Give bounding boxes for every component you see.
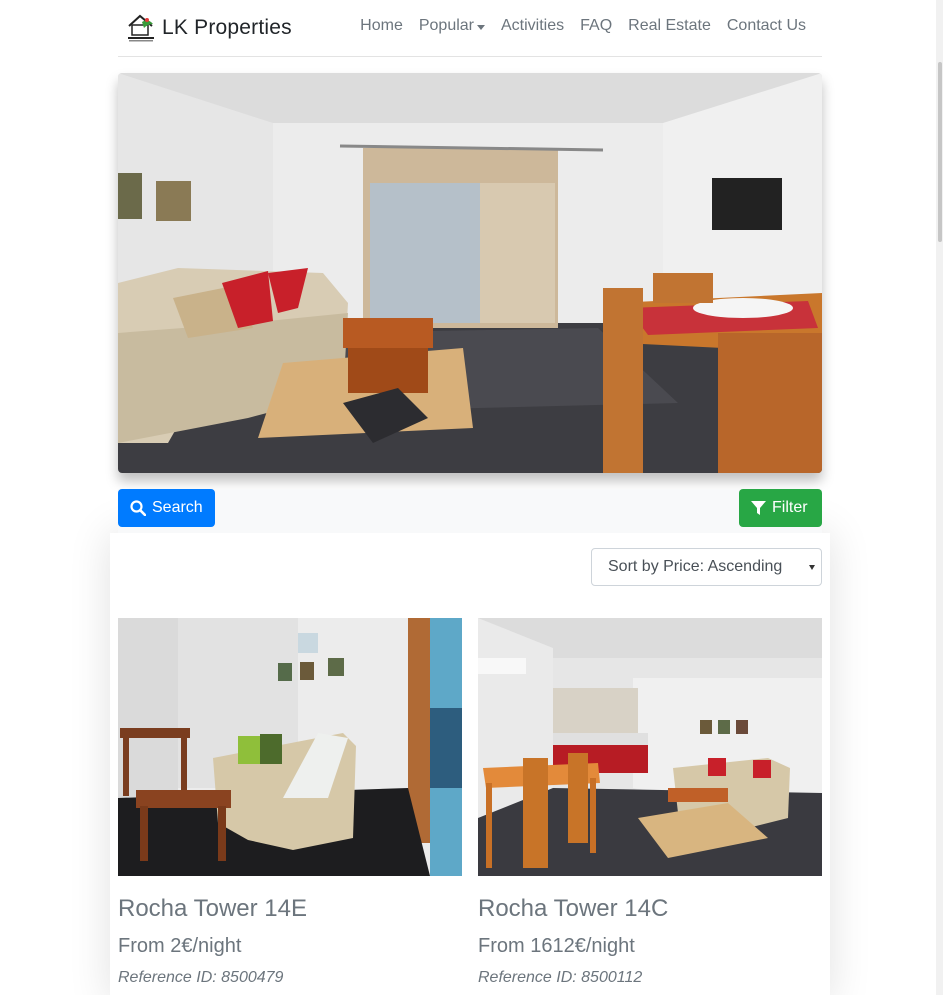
- search-button-label: Search: [152, 499, 203, 516]
- listing-image[interactable]: [118, 618, 462, 876]
- nav-real-estate[interactable]: Real Estate: [628, 17, 711, 35]
- nav-home-label: Home: [360, 17, 403, 34]
- navbar: LK Properties Home Popular Activities FA…: [118, 0, 822, 57]
- caret-down-icon: [477, 24, 485, 30]
- filter-icon: [751, 500, 766, 515]
- scrollbar-thumb[interactable]: [938, 62, 942, 242]
- search-toolbar: Search Filter: [118, 489, 822, 533]
- listing-card[interactable]: Rocha Tower 14E From 2€/night Reference …: [118, 618, 462, 986]
- nav-faq[interactable]: FAQ: [580, 17, 612, 35]
- house-logo-icon: [126, 12, 156, 44]
- nav-popular[interactable]: Popular: [419, 17, 485, 35]
- listing-card[interactable]: Rocha Tower 14C From 1612€/night Referen…: [478, 618, 822, 986]
- nav-popular-label: Popular: [418, 17, 474, 34]
- nav-real-estate-label: Real Estate: [628, 17, 711, 34]
- listing-price: From 2€/night: [118, 935, 242, 957]
- nav-home[interactable]: Home: [360, 17, 403, 35]
- main-nav: Home Popular Activities FAQ Real Estate …: [360, 17, 806, 35]
- sort-select[interactable]: Sort by Price: Ascending: [591, 548, 822, 586]
- hero-image: [118, 73, 822, 473]
- chevron-down-icon: [809, 565, 815, 570]
- listing-reference: Reference ID: 8500112: [478, 969, 643, 986]
- brand[interactable]: LK Properties: [126, 12, 292, 44]
- nav-activities[interactable]: Activities: [501, 17, 564, 35]
- listing-title[interactable]: Rocha Tower 14C: [478, 897, 822, 921]
- listing-title[interactable]: Rocha Tower 14E: [118, 897, 462, 921]
- listing-reference: Reference ID: 8500479: [118, 969, 284, 986]
- nav-faq-label: FAQ: [580, 17, 613, 34]
- nav-contact-us-label: Contact Us: [726, 17, 806, 34]
- filter-button[interactable]: Filter: [739, 489, 822, 527]
- nav-contact-us[interactable]: Contact Us: [727, 17, 806, 35]
- nav-activities-label: Activities: [501, 17, 565, 34]
- listing-price: From 1612€/night: [478, 935, 635, 957]
- filter-button-label: Filter: [772, 499, 808, 516]
- listing-image[interactable]: [478, 618, 822, 876]
- search-button[interactable]: Search: [118, 489, 215, 527]
- search-icon: [130, 500, 146, 516]
- page: LK Properties Home Popular Activities FA…: [0, 0, 943, 995]
- brand-name: LK Properties: [162, 16, 292, 39]
- sort-select-value: Sort by Price: Ascending: [608, 558, 783, 575]
